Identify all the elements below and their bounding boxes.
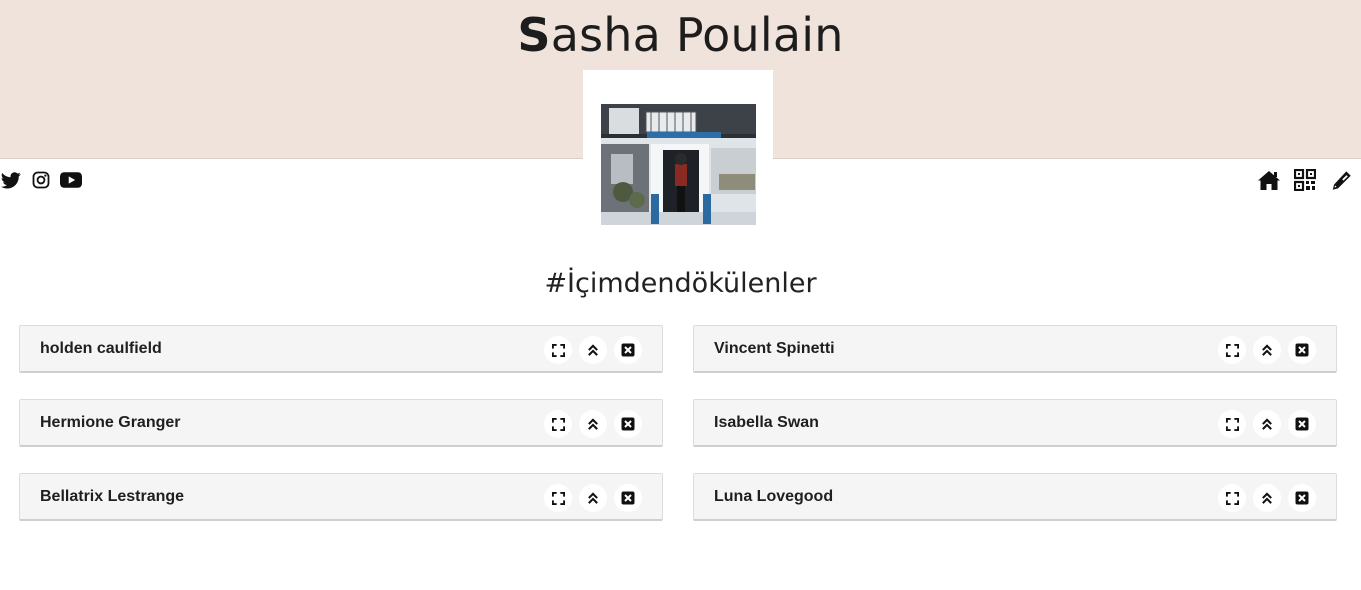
collapse-icon (587, 343, 599, 357)
pencil-icon[interactable] (1329, 168, 1353, 192)
close-icon (1295, 417, 1309, 431)
card[interactable]: Hermione Granger (19, 399, 663, 447)
collapse-icon (1261, 343, 1273, 357)
card-expand-button[interactable] (544, 410, 572, 438)
card-expand-button[interactable] (1218, 336, 1246, 364)
site-title: Sasha Poulain (0, 8, 1361, 62)
card-expand-button[interactable] (1218, 484, 1246, 512)
home-icon[interactable] (1257, 168, 1281, 192)
collapse-icon (587, 491, 599, 505)
youtube-icon[interactable] (60, 169, 82, 191)
card-close-button[interactable] (614, 336, 642, 364)
card-collapse-button[interactable] (579, 336, 607, 364)
profile-photo-frame (583, 70, 773, 232)
close-icon (621, 491, 635, 505)
card-close-button[interactable] (614, 410, 642, 438)
card-close-button[interactable] (1288, 336, 1316, 364)
card-title: Bellatrix Lestrange (40, 487, 185, 505)
collapse-icon (1261, 417, 1273, 431)
expand-icon (551, 491, 565, 505)
card-expand-button[interactable] (544, 336, 572, 364)
expand-icon (1225, 343, 1239, 357)
card-title: Hermione Granger (40, 413, 181, 431)
card-close-button[interactable] (1288, 410, 1316, 438)
twitter-icon[interactable] (0, 169, 22, 191)
card-collapse-button[interactable] (579, 484, 607, 512)
card-collapse-button[interactable] (579, 410, 607, 438)
card-title: Isabella Swan (714, 413, 819, 431)
card-actions (544, 336, 642, 364)
site-title-rest: asha Poulain (550, 8, 844, 62)
expand-icon (551, 343, 565, 357)
social-links (0, 169, 82, 191)
card-collapse-button[interactable] (1253, 410, 1281, 438)
card-collapse-button[interactable] (1253, 336, 1281, 364)
card-close-button[interactable] (1288, 484, 1316, 512)
profile-photo[interactable] (601, 104, 756, 225)
collapse-icon (587, 417, 599, 431)
card-actions (1218, 336, 1316, 364)
close-icon (621, 343, 635, 357)
card-collapse-button[interactable] (1253, 484, 1281, 512)
card[interactable]: holden caulfield (19, 325, 663, 373)
card-grid: holden caulfield Vincent Spinetti Hermione… (19, 325, 1337, 521)
collapse-icon (1261, 491, 1273, 505)
card-actions (544, 410, 642, 438)
close-icon (1295, 343, 1309, 357)
card-expand-button[interactable] (1218, 410, 1246, 438)
card[interactable]: Luna Lovegood (693, 473, 1337, 521)
site-title-initial: S (517, 8, 551, 62)
expand-icon (551, 417, 565, 431)
card-title: Vincent Spinetti (714, 339, 835, 357)
instagram-icon[interactable] (30, 169, 52, 191)
card-title: Luna Lovegood (714, 487, 834, 505)
qr-code-icon[interactable] (1293, 168, 1317, 192)
card-actions (1218, 410, 1316, 438)
card-title: holden caulfield (40, 339, 162, 357)
header-toolbar (1257, 168, 1353, 192)
expand-icon (1225, 417, 1239, 431)
card[interactable]: Bellatrix Lestrange (19, 473, 663, 521)
card-expand-button[interactable] (544, 484, 572, 512)
expand-icon (1225, 491, 1239, 505)
card-close-button[interactable] (614, 484, 642, 512)
section-title: #İçimdendökülenler (544, 268, 817, 299)
card[interactable]: Vincent Spinetti (693, 325, 1337, 373)
close-icon (621, 417, 635, 431)
card-actions (544, 484, 642, 512)
card-actions (1218, 484, 1316, 512)
card[interactable]: Isabella Swan (693, 399, 1337, 447)
close-icon (1295, 491, 1309, 505)
